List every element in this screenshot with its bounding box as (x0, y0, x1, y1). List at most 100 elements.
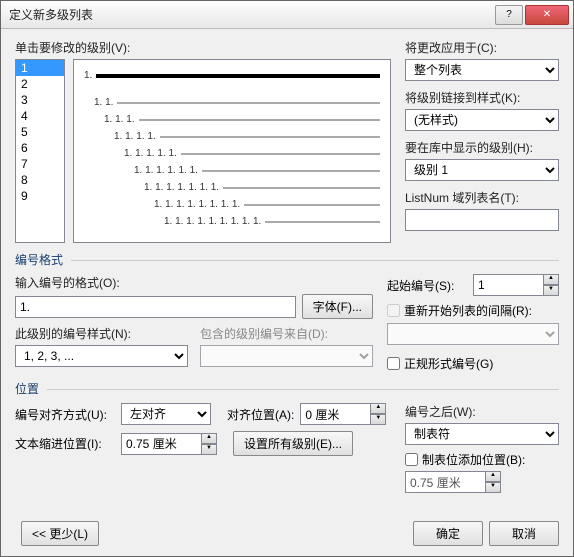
format-input-label: 输入编号的格式(O): (15, 274, 373, 291)
align-select[interactable]: 左对齐 (121, 403, 211, 425)
level-listbox[interactable]: 123456789 (15, 59, 65, 243)
tab-add-spinner: ▲▼ (405, 471, 559, 493)
align-at-input[interactable] (300, 403, 370, 425)
level-item[interactable]: 4 (16, 108, 64, 124)
preview-bar (181, 153, 380, 155)
spin-down-icon[interactable]: ▼ (543, 285, 559, 296)
numbering-style-select[interactable]: 1, 2, 3, ... (15, 345, 188, 367)
preview-number: 1. 1. 1. (104, 114, 135, 125)
style-label: 此级别的编号样式(N): (15, 325, 188, 342)
levels-label: 单击要修改的级别(V): (15, 39, 391, 56)
preview-number: 1. 1. 1. 1. 1. 1. (134, 165, 198, 176)
preview-bar (160, 136, 380, 138)
preview-line: 1. (84, 70, 380, 81)
position-group-header: 位置 (15, 380, 559, 397)
level-item[interactable]: 5 (16, 124, 64, 140)
font-button[interactable]: 字体(F)... (302, 294, 373, 319)
listnum-input[interactable] (405, 209, 559, 231)
preview-number: 1. 1. 1. 1. 1. 1. 1. 1. (154, 199, 240, 210)
start-spinner[interactable]: ▲▼ (473, 274, 559, 296)
format-input[interactable] (15, 296, 296, 318)
spin-down-icon[interactable]: ▼ (201, 444, 217, 455)
preview-line: 1. 1. 1. 1. (84, 131, 380, 142)
preview-number: 1. 1. 1. 1. 1. (124, 148, 177, 159)
preview-bar (117, 102, 380, 104)
dialog-title: 定义新多级列表 (9, 6, 493, 23)
tab-add-input (405, 471, 485, 493)
cancel-button[interactable]: 取消 (489, 521, 559, 546)
apply-to-select[interactable]: 整个列表 (405, 59, 559, 81)
dialog-footer: << 更少(L) 确定 取消 (15, 521, 559, 546)
preview-line: 1. 1. 1. 1. 1. 1. 1. (84, 182, 380, 193)
dialog-content: 单击要修改的级别(V): 123456789 1.1. 1.1. 1. 1.1.… (1, 29, 573, 505)
preview-bar (223, 187, 380, 189)
legal-label: 正规形式编号(G) (404, 355, 493, 372)
level-item[interactable]: 9 (16, 188, 64, 204)
help-button[interactable]: ? (495, 5, 523, 25)
spin-up-icon: ▲ (485, 471, 501, 482)
align-at-label: 对齐位置(A): (227, 406, 294, 423)
tab-add-label: 制表位添加位置(B): (422, 451, 525, 468)
preview-line (84, 87, 380, 91)
level-item[interactable]: 6 (16, 140, 64, 156)
preview-bar (88, 87, 380, 91)
preview-bar (202, 170, 380, 172)
preview-number: 1. 1. (94, 97, 113, 108)
less-button[interactable]: << 更少(L) (21, 521, 99, 546)
restart-checkbox (387, 304, 400, 317)
restart-label: 重新开始列表的间隔(R): (404, 302, 532, 319)
spin-up-icon[interactable]: ▲ (201, 433, 217, 444)
close-button[interactable]: ✕ (525, 5, 569, 25)
link-style-select[interactable]: (无样式) (405, 109, 559, 131)
preview-line: 1. 1. 1. 1. 1. (84, 148, 380, 159)
gallery-label: 要在库中显示的级别(H): (405, 139, 559, 156)
format-group-header: 编号格式 (15, 251, 559, 268)
ok-button[interactable]: 确定 (413, 521, 483, 546)
listnum-label: ListNum 域列表名(T): (405, 189, 559, 206)
start-input[interactable] (473, 274, 543, 296)
preview-line: 1. 1. 1. (84, 114, 380, 125)
level-item[interactable]: 2 (16, 76, 64, 92)
window-buttons: ? ✕ (493, 5, 569, 25)
indent-spinner[interactable]: ▲▼ (121, 433, 217, 455)
preview-number: 1. 1. 1. 1. 1. 1. 1. 1. 1. (164, 216, 261, 227)
numbering-preview: 1. 1. 1. 1. 1. 1. 1. 1. 1. 1. 1. 1. 1. 1. 1.… (73, 59, 391, 243)
preview-line: 1. 1. (84, 97, 380, 108)
include-label: 包含的级别编号来自(D): (200, 325, 373, 342)
set-all-levels-button[interactable]: 设置所有级别(E)... (233, 431, 353, 456)
preview-number: 1. (84, 70, 92, 81)
preview-line: 1. 1. 1. 1. 1. 1. (84, 165, 380, 176)
spin-down-icon: ▼ (485, 482, 501, 493)
preview-bar (96, 74, 380, 78)
level-item[interactable]: 3 (16, 92, 64, 108)
start-label: 起始编号(S): (387, 277, 467, 294)
link-style-label: 将级别链接到样式(K): (405, 89, 559, 106)
legal-checkbox[interactable] (387, 357, 400, 370)
spin-up-icon[interactable]: ▲ (370, 403, 386, 414)
preview-bar (265, 221, 380, 223)
include-level-select (200, 345, 373, 367)
indent-input[interactable] (121, 433, 201, 455)
preview-line: 1. 1. 1. 1. 1. 1. 1. 1. (84, 199, 380, 210)
follow-select[interactable]: 制表符 (405, 423, 559, 445)
level-item[interactable]: 1 (16, 60, 64, 76)
spin-up-icon[interactable]: ▲ (543, 274, 559, 285)
indent-label: 文本缩进位置(I): (15, 435, 115, 452)
spin-down-icon[interactable]: ▼ (370, 414, 386, 425)
align-label: 编号对齐方式(U): (15, 406, 115, 423)
preview-line: 1. 1. 1. 1. 1. 1. 1. 1. 1. (84, 216, 380, 227)
align-at-spinner[interactable]: ▲▼ (300, 403, 386, 425)
dialog-window: 定义新多级列表 ? ✕ 单击要修改的级别(V): 123456789 1. 1. … (0, 0, 574, 557)
level-item[interactable]: 8 (16, 172, 64, 188)
preview-number: 1. 1. 1. 1. 1. 1. 1. (144, 182, 219, 193)
follow-label: 编号之后(W): (405, 403, 559, 420)
apply-to-label: 将更改应用于(C): (405, 39, 559, 56)
restart-select (387, 323, 559, 345)
tab-add-checkbox[interactable] (405, 453, 418, 466)
preview-bar (244, 204, 380, 206)
preview-bar (139, 119, 380, 121)
level-item[interactable]: 7 (16, 156, 64, 172)
gallery-select[interactable]: 级别 1 (405, 159, 559, 181)
titlebar: 定义新多级列表 ? ✕ (1, 1, 573, 29)
preview-number: 1. 1. 1. 1. (114, 131, 156, 142)
